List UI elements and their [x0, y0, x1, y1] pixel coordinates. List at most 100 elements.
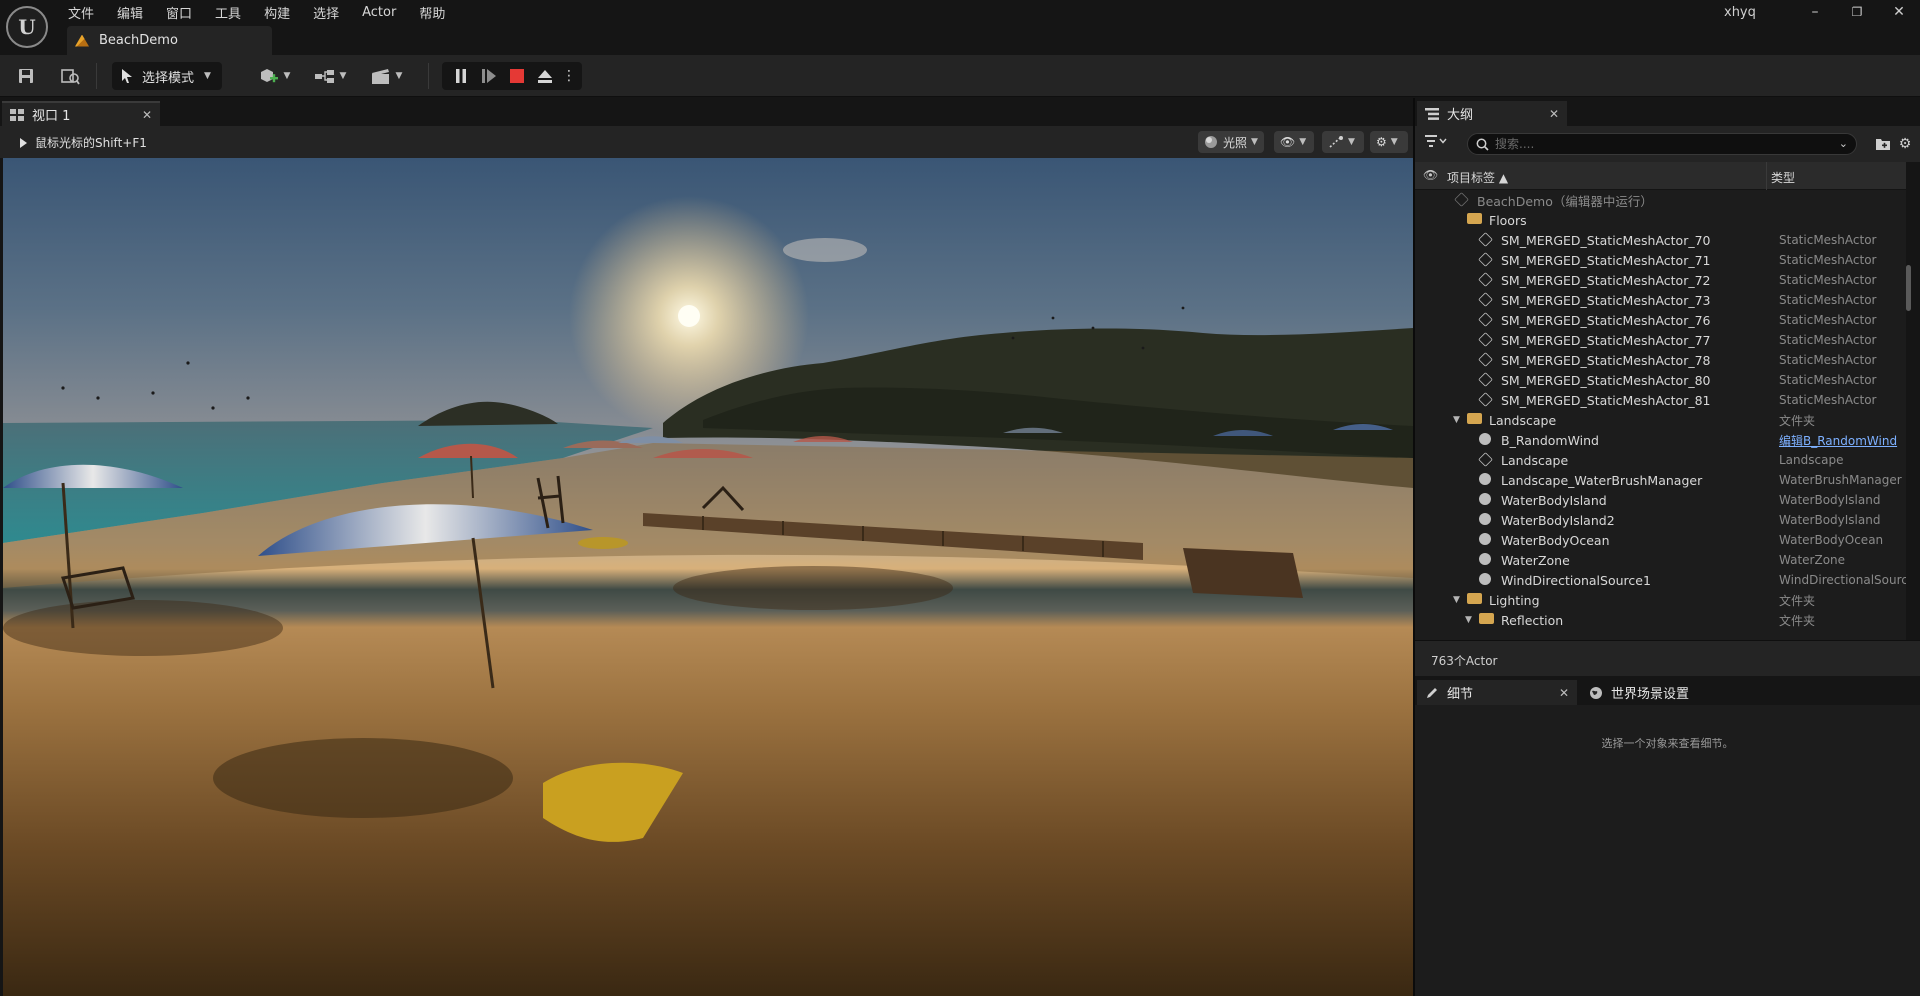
outliner-row-label: Landscape	[1501, 452, 1569, 468]
outliner-row[interactable]: WaterZone WaterZone	[1415, 550, 1906, 570]
search-input[interactable]	[1495, 137, 1825, 151]
select-mode-dropdown[interactable]: 选择模式 ▼	[112, 62, 222, 90]
menu-actor[interactable]: Actor	[362, 5, 409, 20]
outliner-row[interactable]: WindDirectionalSource1 WindDirectionalSou…	[1415, 570, 1906, 590]
static-mesh-icon	[1478, 392, 1493, 407]
chevron-down-icon: ▼	[283, 71, 291, 81]
close-icon[interactable]: ✕	[1549, 107, 1559, 121]
edit-blueprint-link[interactable]: 编辑B_RandomWind	[1779, 432, 1897, 449]
level-tab[interactable]: BeachDemo	[67, 26, 272, 55]
outliner-folder-row[interactable]: Floors	[1415, 210, 1906, 230]
play-controls: ⋮	[442, 62, 582, 90]
save-icon[interactable]	[12, 62, 40, 90]
lighting-mode-dropdown[interactable]: 光照 ▼	[1198, 131, 1264, 153]
filter-dropdown[interactable]	[1425, 135, 1447, 151]
outliner-search[interactable]: ⌄	[1467, 133, 1857, 155]
menu-help[interactable]: 帮助	[419, 3, 458, 22]
outliner-row[interactable]: SM_MERGED_StaticMeshActor_76 StaticMeshAc…	[1415, 310, 1906, 330]
menu-bar: 文件 编辑 窗口 工具 构建 选择 Actor 帮助	[68, 2, 468, 22]
close-icon[interactable]: ✕	[1559, 686, 1569, 700]
chevron-down-icon[interactable]: ⌄	[1839, 137, 1848, 150]
eject-icon[interactable]	[532, 62, 558, 90]
viewport-settings-dropdown[interactable]: ⚙ ▼	[1370, 131, 1408, 153]
step-icon[interactable]	[476, 62, 502, 90]
add-folder-icon[interactable]	[1873, 132, 1893, 156]
unreal-logo-icon[interactable]: U	[6, 6, 48, 48]
snap-settings-dropdown[interactable]: ▼	[1322, 131, 1364, 153]
outliner-tab[interactable]: 大纲 ✕	[1417, 101, 1567, 126]
outliner-row[interactable]: SM_MERGED_StaticMeshActor_81 StaticMeshAc…	[1415, 390, 1906, 410]
column-type[interactable]: 类型	[1771, 169, 1795, 186]
blueprint-icon[interactable]: ▼	[310, 62, 350, 90]
outliner-row[interactable]: B_RandomWind 编辑B_RandomWind	[1415, 430, 1906, 450]
menu-edit[interactable]: 编辑	[117, 3, 156, 22]
outliner-row[interactable]: WaterBodyOcean WaterBodyOcean	[1415, 530, 1906, 550]
outliner-folder-row[interactable]: ▼ Lighting 文件夹	[1415, 590, 1906, 610]
outliner-row-label: B_RandomWind	[1501, 432, 1599, 448]
expand-caret-icon[interactable]: ▼	[1453, 415, 1460, 425]
content-browser-icon[interactable]	[56, 62, 84, 90]
outliner-row-label: Lighting	[1489, 592, 1540, 608]
restore-button[interactable]: ❐	[1837, 1, 1877, 23]
viewport-tab[interactable]: 视口 1 ✕	[2, 101, 160, 126]
chevron-down-icon: ▼	[1251, 137, 1258, 147]
outliner-folder-row[interactable]: ▼ Reflection 文件夹	[1415, 610, 1906, 630]
outliner-row[interactable]: SM_MERGED_StaticMeshActor_73 StaticMeshAc…	[1415, 290, 1906, 310]
expand-caret-icon[interactable]: ▼	[1465, 615, 1472, 625]
chevron-down-icon: ▼	[1390, 137, 1398, 147]
outliner-row[interactable]: SM_MERGED_StaticMeshActor_78 StaticMeshAc…	[1415, 350, 1906, 370]
details-empty-text: 选择一个对象来查看细节。	[1601, 737, 1734, 750]
gear-icon[interactable]: ⚙	[1895, 132, 1915, 156]
globe-icon	[1590, 686, 1602, 699]
outliner-scrollbar[interactable]	[1906, 265, 1911, 311]
menu-file[interactable]: 文件	[68, 3, 107, 22]
outliner-row-label: WaterBodyIsland2	[1501, 512, 1615, 528]
outliner-row[interactable]: SM_MERGED_StaticMeshActor_72 StaticMeshAc…	[1415, 270, 1906, 290]
menu-tools[interactable]: 工具	[215, 3, 254, 22]
outliner-row[interactable]: SM_MERGED_StaticMeshActor_77 StaticMeshAc…	[1415, 330, 1906, 350]
outliner-row-type: StaticMeshActor	[1779, 313, 1877, 327]
add-actor-icon[interactable]: ▼	[254, 62, 294, 90]
more-icon[interactable]: ⋮	[560, 62, 578, 90]
pause-icon[interactable]	[448, 62, 474, 90]
actor-icon	[1479, 513, 1493, 527]
level-icon	[75, 34, 89, 47]
world-settings-tab[interactable]: 世界场景设置	[1581, 680, 1731, 705]
outliner-row[interactable]: WaterBodyIsland WaterBodyIsland	[1415, 490, 1906, 510]
column-splitter[interactable]	[1766, 162, 1767, 190]
details-panel: 选择一个对象来查看细节。	[1415, 705, 1920, 996]
stop-icon[interactable]	[504, 62, 530, 90]
details-tab[interactable]: 细节 ✕	[1417, 680, 1577, 705]
outliner-folder-row[interactable]: ▼ Landscape 文件夹	[1415, 410, 1906, 430]
menu-select[interactable]: 选择	[313, 3, 352, 22]
outliner-row[interactable]: Landscape Landscape	[1415, 450, 1906, 470]
outliner-row[interactable]: BeachDemo（编辑器中运行）	[1415, 190, 1906, 210]
outliner-toolbar: ⌄ ⚙	[1415, 126, 1920, 162]
landscape-icon	[1478, 452, 1493, 467]
menu-build[interactable]: 构建	[264, 3, 303, 22]
chevron-down-icon: ▼	[339, 71, 347, 81]
show-flags-dropdown[interactable]: 👁 ▼	[1274, 131, 1314, 153]
viewport-tabstrip: 视口 1 ✕	[0, 98, 1413, 126]
viewport-hint-text: 鼠标光标的Shift+F1	[35, 136, 147, 150]
eye-icon[interactable]: 👁	[1423, 168, 1438, 182]
outliner-row[interactable]: SM_MERGED_StaticMeshActor_80 StaticMeshAc…	[1415, 370, 1906, 390]
column-item-label[interactable]: 项目标签 ▲	[1447, 169, 1508, 186]
expand-caret-icon[interactable]: ▼	[1453, 595, 1460, 605]
viewport-hint[interactable]: 鼠标光标的Shift+F1	[20, 134, 147, 151]
outliner-row[interactable]: Landscape_WaterBrushManager WaterBrushMan…	[1415, 470, 1906, 490]
folder-icon	[1467, 213, 1482, 227]
static-mesh-icon	[1478, 252, 1493, 267]
outliner-row[interactable]: SM_MERGED_StaticMeshActor_70 StaticMeshAc…	[1415, 230, 1906, 250]
viewport-scene[interactable]	[3, 158, 1413, 996]
viewport-toolbar: 鼠标光标的Shift+F1 光照 ▼ 👁 ▼ ▼ ⚙ ▼	[0, 126, 1413, 158]
outliner-row[interactable]: WaterBodyIsland2 WaterBodyIsland	[1415, 510, 1906, 530]
minimize-button[interactable]: –	[1795, 1, 1835, 23]
outliner-row[interactable]: SM_MERGED_StaticMeshActor_71 StaticMeshAc…	[1415, 250, 1906, 270]
cinematics-icon[interactable]: ▼	[366, 62, 406, 90]
outliner-tab-label: 大纲	[1447, 108, 1474, 123]
level-tab-label: BeachDemo	[99, 33, 178, 48]
close-button[interactable]: ✕	[1879, 1, 1919, 23]
menu-window[interactable]: 窗口	[166, 3, 205, 22]
close-icon[interactable]: ✕	[142, 108, 152, 122]
